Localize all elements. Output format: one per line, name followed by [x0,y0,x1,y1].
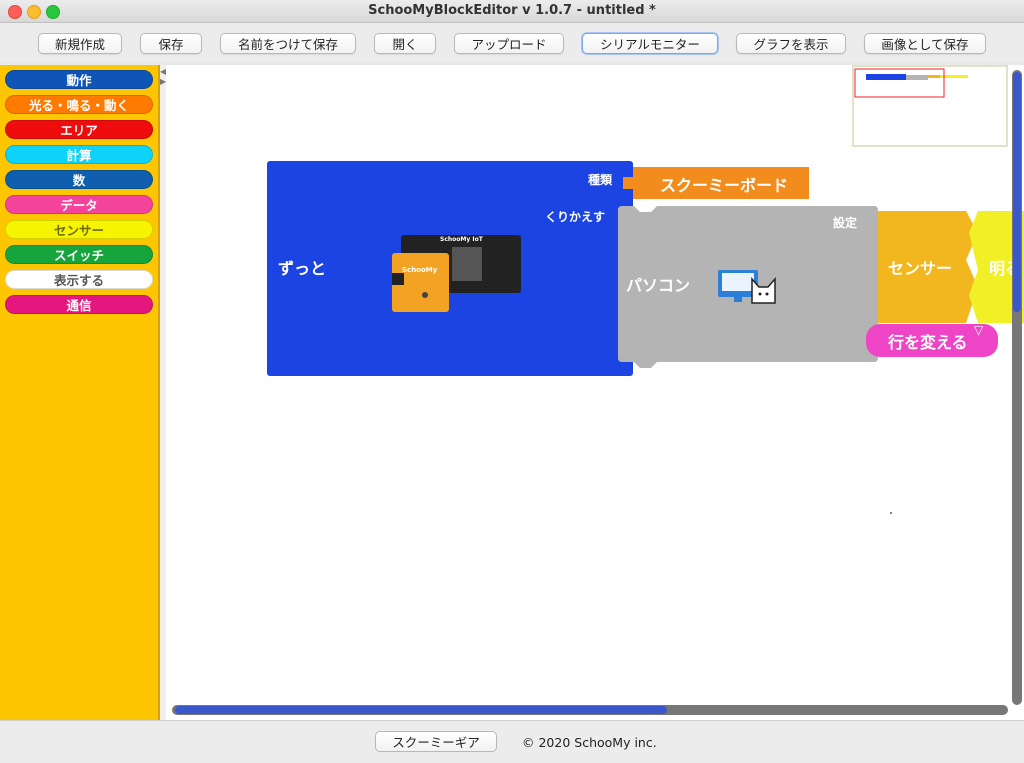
palette-calc[interactable]: 計算 [5,145,153,164]
palette-sensor[interactable]: センサー [5,220,153,239]
board-front-text: SchooMy [402,266,438,274]
copyright-text: © 2020 SchooMy inc. [522,735,657,750]
palette-light-sound[interactable]: 光る・鳴る・動く [5,95,153,114]
palette-number[interactable]: 数 [5,170,153,189]
palette-area[interactable]: エリア [5,120,153,139]
setting-label: 設定 [833,216,858,230]
show-graph-button[interactable]: グラフを表示 [736,33,846,54]
minimap-preview [854,68,968,98]
open-button[interactable]: 開く [374,33,436,54]
new-button[interactable]: 新規作成 [38,33,122,54]
newline-label: 行を変える [888,333,968,352]
toolbar: 新規作成 保存 名前をつけて保存 開く アップロード シリアルモニター グラフを… [0,23,1024,63]
board-label: スクーミーボード [660,176,789,195]
window-title: SchooMyBlockEditor v 1.0.7 - untitled * [368,3,656,18]
save-button[interactable]: 保存 [140,33,202,54]
board-top-text: SchooMy IoT [440,236,483,243]
pc-label: パソコン [626,276,691,295]
title-bar: SchooMyBlockEditor v 1.0.7 - untitled * [0,0,1024,23]
minimap[interactable] [852,65,1008,147]
save-as-button[interactable]: 名前をつけて保存 [220,33,356,54]
palette-switch[interactable]: スイッチ [5,245,153,264]
block-palette: 動作 光る・鳴る・動く エリア 計算 数 データ センサー スイッチ 表示する … [0,65,160,720]
minimap-sensor [928,75,940,78]
workspace-canvas[interactable]: ずっと 種類 くりかえす スクーミーボード パソコン 設定 センサー 明る 行を… [166,65,1024,720]
vertical-scroll-thumb[interactable] [1013,72,1021,312]
block-shapes [267,161,1024,514]
save-as-image-button[interactable]: 画像として保存 [864,33,986,54]
upload-button[interactable]: アップロード [454,33,564,54]
repeat-label: くりかえす [545,210,606,224]
serial-monitor-button[interactable]: シリアルモニター [582,33,718,54]
palette-data[interactable]: データ [5,195,153,214]
minimap-forever [866,74,906,80]
palette-motion[interactable]: 動作 [5,70,153,89]
palette-display[interactable]: 表示する [5,270,153,289]
dropdown-arrow-icon[interactable]: ▽ [974,323,983,337]
horizontal-scroll-thumb[interactable] [175,706,667,714]
minimap-pc [906,75,928,80]
bottom-bar: スクーミーギア © 2020 SchooMy inc. [0,720,1024,763]
stray-dot [890,512,892,514]
palette-communication[interactable]: 通信 [5,295,153,314]
minimap-viewport[interactable] [854,68,945,98]
sensor-label: センサー [888,259,953,278]
schoomy-gear-button[interactable]: スクーミーギア [375,731,497,752]
forever-label: ずっと [278,259,327,278]
type-label: 種類 [588,173,613,187]
